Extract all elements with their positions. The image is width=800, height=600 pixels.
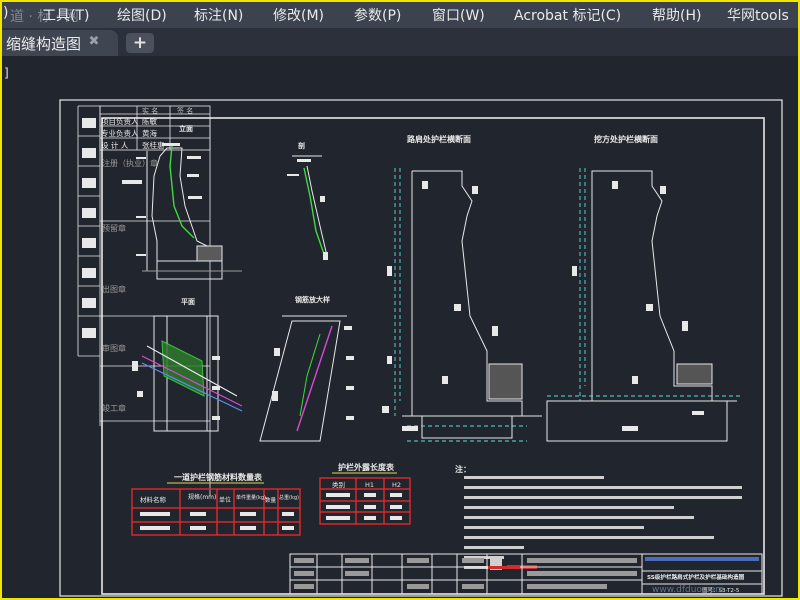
label-wall-left: 路肩处护栏横断面 — [407, 134, 471, 144]
drawing-sheet: 实 名 签 名 项目负责人 陈敏 专业负责人 黄海 设 计 人 张桂惠 注册（执… — [59, 99, 783, 597]
menu-item-huawang-tools[interactable]: 华网tools — [727, 5, 789, 25]
rebar-detail-green — [299, 333, 321, 417]
side-label-review: 审图章 — [102, 343, 126, 353]
menu-item-help[interactable]: 帮助(H) — [652, 5, 701, 25]
notes-lines — [464, 476, 742, 569]
label-rebar-detail: 钢筋放大样 — [295, 295, 330, 304]
rebar-detail-labels — [272, 326, 354, 420]
new-tab-button[interactable]: + — [126, 33, 154, 53]
rebar-detail-magenta — [296, 325, 333, 432]
wall-right-dims — [547, 168, 742, 401]
title-block-main-title: SS级护栏路肩式护栏及护栏基础构造图 — [647, 573, 745, 581]
menu-item-draw[interactable]: 绘图(D) — [117, 5, 167, 25]
length-header-h2: H2 — [392, 481, 401, 489]
length-header-h1: H1 — [365, 481, 374, 489]
rebar-detail-drawing — [259, 315, 347, 442]
menu-item-tools[interactable]: 工具(T) — [42, 5, 89, 25]
menu-item-window[interactable]: 窗口(W) — [432, 5, 485, 25]
title-block-cells — [294, 558, 637, 589]
document-tab-bar: 缩缝构造图 ✖ + — [2, 28, 798, 56]
label-section-b: 剖 — [298, 141, 305, 150]
side-label-completion: 竣工章 — [102, 403, 126, 413]
side-label-issue: 出图章 — [102, 284, 126, 294]
menu-item-acrobat[interactable]: Acrobat 标记(C) — [514, 5, 621, 25]
label-wall-right: 挖方处护栏横断面 — [594, 134, 658, 144]
drawing-canvas[interactable]: ] 实 名 签 名 项目负责人 陈敏 专业负责人 黄海 设 计 人 张桂惠 注册… — [2, 56, 798, 598]
material-table-title: 一道护栏钢筋材料数量表 — [174, 472, 263, 482]
menu-item-partial[interactable]: ) — [3, 5, 8, 21]
sign-role-3: 设 计 人 — [101, 140, 129, 150]
close-icon[interactable]: ✖ — [86, 34, 102, 50]
sign-role-2: 专业负责人 — [101, 128, 139, 138]
menu-item-parameter[interactable]: 参数(P) — [354, 5, 401, 25]
stamp-column-fills — [82, 118, 96, 338]
length-header-type: 类别 — [332, 480, 345, 489]
section-b-labels — [287, 159, 328, 260]
sign-header-2: 签 名 — [177, 106, 193, 115]
section-b-drawing — [292, 155, 328, 257]
sign-header-1: 实 名 — [142, 106, 158, 115]
title-block-red-mark — [488, 566, 520, 569]
material-header-qty: 数量 — [265, 496, 277, 504]
material-header-name: 材料名称 — [140, 495, 167, 504]
notes-title: 注： — [455, 464, 471, 474]
material-header-spec: 规格(mm) — [188, 493, 216, 501]
length-table-cells — [326, 493, 402, 520]
material-header-unit: 单位 — [219, 496, 231, 504]
side-label-reserved: 预留章 — [102, 223, 126, 233]
label-section-a: 立面 — [179, 124, 193, 133]
menu-item-modify[interactable]: 修改(M) — [273, 5, 324, 25]
side-label-register: 注册（执业）章 — [102, 158, 158, 168]
sign-name-1: 陈敏 — [142, 116, 157, 126]
menu-item-dimension[interactable]: 标注(N) — [194, 5, 243, 25]
tab-active-drawing[interactable]: 缩缝构造图 ✖ — [2, 30, 118, 56]
tab-label: 缩缝构造图 — [6, 35, 82, 53]
wall-right-drawing — [546, 170, 737, 442]
title-block-project-bar — [645, 557, 759, 561]
material-header-total: 总重(kg) — [279, 494, 299, 501]
wall-left-labels — [382, 181, 498, 431]
app-window: 道 · 标 · 网 ) 工具(T) 绘图(D) 标注(N) 修改(M) 参数(P… — [0, 0, 800, 600]
wall-right-hatch — [676, 363, 713, 385]
material-header-unit-weight: 单件重量(kg) — [236, 494, 266, 501]
section-a-drawing — [142, 147, 242, 280]
sign-role-1: 项目负责人 — [101, 116, 139, 126]
sign-name-2: 黄海 — [142, 128, 157, 138]
wall-left-hatch — [488, 363, 523, 400]
sign-name-3: 张桂惠 — [142, 140, 165, 150]
footer-watermark: www.dfduo.com — [652, 585, 724, 595]
length-table-title: 护栏外露长度表 — [338, 462, 395, 472]
rebar-green-a — [169, 145, 195, 239]
rebar-green-b — [303, 167, 325, 255]
label-plan: 平面 — [181, 298, 195, 306]
menu-bar: 道 · 标 · 网 ) 工具(T) 绘图(D) 标注(N) 修改(M) 参数(P… — [2, 2, 798, 28]
